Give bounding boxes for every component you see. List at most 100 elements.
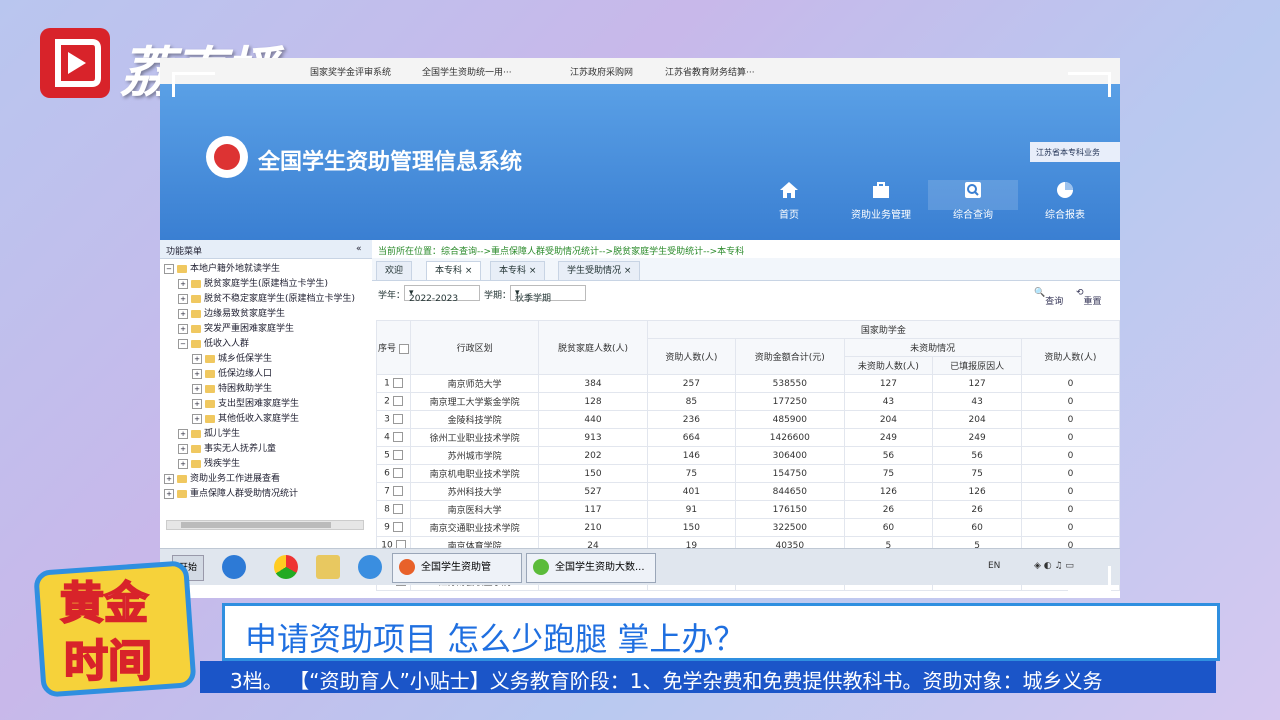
- folder-icon: [191, 279, 201, 288]
- ie-icon[interactable]: [358, 555, 382, 579]
- row-checkbox[interactable]: [392, 396, 403, 407]
- tree-item[interactable]: + 残疾学生: [178, 457, 240, 471]
- tree-item[interactable]: + 资助业务工作进展查看: [164, 472, 280, 486]
- tab-welcome[interactable]: 欢迎: [376, 261, 413, 280]
- query-button[interactable]: 🔍 查询: [1034, 288, 1063, 307]
- table-row[interactable]: 7 苏州科技大学 527 401 844650 126 126 0: [376, 482, 1120, 501]
- tray-language[interactable]: EN: [988, 561, 1000, 571]
- nav-report[interactable]: 综合报表: [1020, 180, 1110, 221]
- tree-item[interactable]: + 突发严重困难家庭学生: [178, 322, 294, 336]
- taskbar-task[interactable]: 全国学生资助管: [392, 553, 522, 583]
- expand-toggle-icon[interactable]: +: [178, 428, 188, 439]
- expand-toggle-icon[interactable]: +: [192, 353, 202, 364]
- row-checkbox[interactable]: [392, 522, 403, 533]
- row-number: 8: [384, 504, 390, 515]
- select-all-checkbox[interactable]: [398, 343, 409, 354]
- row-checkbox[interactable]: [392, 450, 403, 461]
- tree-item[interactable]: + 特困救助学生: [192, 382, 272, 396]
- table-row[interactable]: 2 南京理工大学紫金学院 128 85 177250 43 43 0: [376, 392, 1120, 411]
- tree-item[interactable]: + 低保边缘人口: [192, 367, 272, 381]
- folder-icon[interactable]: [316, 555, 340, 579]
- tree-item-label: 特困救助学生: [218, 384, 273, 394]
- expand-toggle-icon[interactable]: +: [192, 383, 202, 394]
- table-row[interactable]: 1 南京师范大学 384 257 538550 127 127 0: [376, 374, 1120, 393]
- tree-item[interactable]: + 事实无人抚养儿童: [178, 442, 276, 456]
- table-cell: 1: [376, 374, 411, 393]
- app-emblem-icon: [206, 136, 248, 178]
- taskbar-task[interactable]: 全国学生资助大数...: [526, 553, 656, 583]
- tree-item[interactable]: + 重点保障人群受助情况统计: [164, 487, 298, 501]
- news-ticker: 3档。 【“资助育人”小贴士】义务教育阶段：1、免学杂费和免费提供教科书。资助对…: [200, 661, 1216, 693]
- expand-toggle-icon[interactable]: +: [164, 488, 174, 499]
- row-checkbox[interactable]: [392, 504, 403, 515]
- tab-student-aid[interactable]: 学生受助情况 ×: [558, 261, 641, 280]
- table-row[interactable]: 5 苏州城市学院 202 146 306400 56 56 0: [376, 446, 1120, 465]
- collapse-icon[interactable]: «: [356, 244, 362, 254]
- report-chart-icon: [1057, 182, 1073, 198]
- table-row[interactable]: 9 南京交通职业技术学院 210 150 322500 60 60 0: [376, 518, 1120, 537]
- bookmark-item[interactable]: 江苏政府采购网: [570, 65, 633, 78]
- sidebar-scrollbar[interactable]: [166, 520, 364, 530]
- tree-item[interactable]: + 城乡低保学生: [192, 352, 272, 366]
- expand-toggle-icon[interactable]: +: [164, 473, 174, 484]
- ie-icon[interactable]: [222, 555, 246, 579]
- table-cell: 0: [1020, 446, 1120, 465]
- table-row[interactable]: 4 徐州工业职业技术学院 913 664 1426600 249 249 0: [376, 428, 1120, 447]
- table-cell: 128: [538, 392, 648, 411]
- nav-query[interactable]: 综合查询: [928, 180, 1018, 221]
- ticker-text: 3档。 【“资助育人”小贴士】义务教育阶段：1、免学杂费和免费提供教科书。资助对…: [230, 669, 1103, 693]
- tree-item[interactable]: + 边缘易致贫家庭学生: [178, 307, 285, 321]
- nav-home[interactable]: 首页: [744, 180, 834, 221]
- table-cell: 南京机电职业技术学院: [409, 464, 540, 483]
- table-cell: 1426600: [735, 428, 845, 447]
- collapse-toggle-icon[interactable]: −: [164, 263, 174, 274]
- expand-toggle-icon[interactable]: +: [192, 398, 202, 409]
- row-checkbox[interactable]: [392, 378, 403, 389]
- bookmark-item[interactable]: 国家奖学金评审系统: [310, 65, 391, 78]
- chrome-icon[interactable]: [274, 555, 298, 579]
- nav-business[interactable]: 资助业务管理: [836, 180, 926, 221]
- expand-toggle-icon[interactable]: +: [178, 308, 188, 319]
- tree-item[interactable]: + 脱贫家庭学生(原建档立卡学生): [178, 277, 328, 291]
- row-checkbox[interactable]: [392, 486, 403, 497]
- org-selector[interactable]: 江苏省本专科业务: [1030, 142, 1120, 162]
- tree-item-label: 脱贫家庭学生(原建档立卡学生): [204, 279, 329, 289]
- scrollbar-thumb[interactable]: [181, 522, 331, 528]
- table-row[interactable]: 8 南京医科大学 117 91 176150 26 26 0: [376, 500, 1120, 519]
- table-cell: 60: [843, 518, 934, 537]
- tab-undergrad-active[interactable]: 本专科 ×: [426, 261, 482, 280]
- table-cell: 75: [932, 464, 1022, 483]
- bookmark-item[interactable]: 全国学生资助统一用···: [422, 65, 512, 78]
- reset-button[interactable]: ⟲ 重置: [1076, 288, 1102, 307]
- table-cell: 0: [1020, 500, 1120, 519]
- tree-item[interactable]: + 支出型困难家庭学生: [192, 397, 299, 411]
- expand-toggle-icon[interactable]: +: [178, 458, 188, 469]
- bookmark-item[interactable]: 江苏省教育财务结算···: [665, 65, 755, 78]
- expand-toggle-icon[interactable]: +: [192, 413, 202, 424]
- tree-item[interactable]: + 其他低收入家庭学生: [192, 412, 299, 426]
- table-cell: 2: [376, 392, 411, 411]
- table-cell: 56: [843, 446, 934, 465]
- tree-item-label: 脱贫不稳定家庭学生(原建档立卡学生): [204, 294, 356, 304]
- expand-toggle-icon[interactable]: +: [178, 278, 188, 289]
- folder-icon: [205, 384, 215, 393]
- table-row[interactable]: 3 金陵科技学院 440 236 485900 204 204 0: [376, 410, 1120, 429]
- tab-undergrad[interactable]: 本专科 ×: [490, 261, 546, 280]
- collapse-toggle-icon[interactable]: −: [178, 338, 188, 349]
- table-row[interactable]: 6 南京机电职业技术学院 150 75 154750 75 75 0: [376, 464, 1120, 483]
- row-checkbox[interactable]: [392, 414, 403, 425]
- column-header: 脱贫家庭人数(人): [538, 320, 648, 375]
- expand-toggle-icon[interactable]: +: [178, 293, 188, 304]
- tree-item[interactable]: − 本地户籍外地就读学生: [164, 262, 280, 276]
- tree-item[interactable]: + 孤儿学生: [178, 427, 240, 441]
- year-select[interactable]: 2022-2023 ▾: [404, 285, 480, 304]
- expand-toggle-icon[interactable]: +: [178, 443, 188, 454]
- row-checkbox[interactable]: [392, 432, 403, 443]
- tree-item[interactable]: + 脱贫不稳定家庭学生(原建档立卡学生): [178, 292, 355, 306]
- term-select[interactable]: 秋季学期 ▾: [510, 285, 586, 304]
- table-cell: 0: [1020, 482, 1120, 501]
- row-checkbox[interactable]: [392, 468, 403, 479]
- expand-toggle-icon[interactable]: +: [192, 368, 202, 379]
- expand-toggle-icon[interactable]: +: [178, 323, 188, 334]
- tree-item[interactable]: − 低收入人群: [178, 337, 249, 351]
